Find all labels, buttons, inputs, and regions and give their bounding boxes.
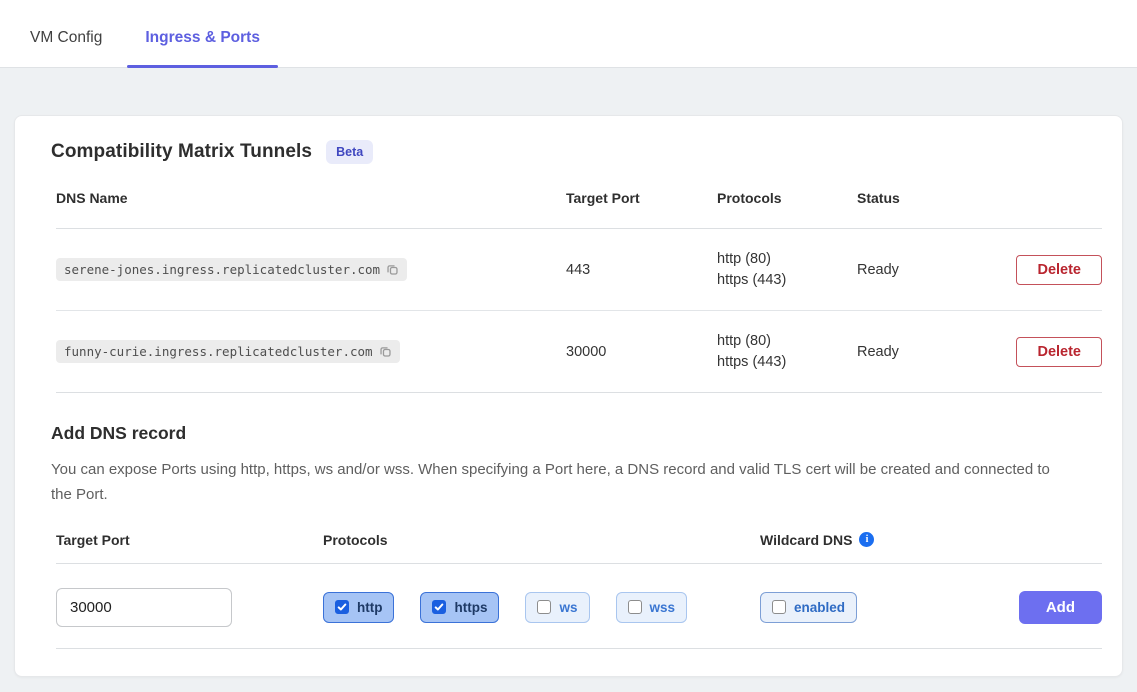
protocols-cell: http (80) https (443) bbox=[717, 331, 857, 373]
chip-label: ws bbox=[559, 600, 577, 615]
checkbox-box bbox=[335, 600, 349, 614]
delete-button[interactable]: Delete bbox=[1016, 337, 1102, 367]
protocol-line: https (443) bbox=[717, 270, 857, 291]
add-button[interactable]: Add bbox=[1019, 591, 1102, 624]
protocol-line: https (443) bbox=[717, 352, 857, 373]
beta-badge: Beta bbox=[326, 140, 373, 164]
bottom-divider bbox=[56, 648, 1102, 649]
card-title-row: Compatibility Matrix Tunnels Beta bbox=[51, 140, 1100, 164]
wss-checkbox[interactable]: wss bbox=[616, 592, 688, 623]
checkbox-box bbox=[772, 600, 786, 614]
target-port-input[interactable] bbox=[56, 588, 232, 627]
chip-label: http bbox=[357, 600, 382, 615]
dns-name-chip[interactable]: funny-curie.ingress.replicatedcluster.co… bbox=[56, 340, 400, 363]
label-target-port: Target Port bbox=[56, 532, 323, 548]
protocol-chip-group: http https ws wss bbox=[323, 592, 760, 623]
copy-icon[interactable] bbox=[386, 263, 399, 276]
status-value: Ready bbox=[857, 262, 997, 278]
table-header-row: DNS Name Target Port Protocols Status bbox=[56, 190, 1102, 229]
add-dns-title: Add DNS record bbox=[51, 423, 1100, 444]
status-value: Ready bbox=[857, 344, 997, 360]
ws-checkbox[interactable]: ws bbox=[525, 592, 589, 623]
delete-button[interactable]: Delete bbox=[1016, 255, 1102, 285]
add-dns-section: Add DNS record You can expose Ports usin… bbox=[37, 423, 1100, 649]
form-divider bbox=[56, 563, 1102, 564]
checkbox-box bbox=[537, 600, 551, 614]
target-port-value: 30000 bbox=[566, 344, 717, 360]
chip-label: https bbox=[454, 600, 487, 615]
chip-label: enabled bbox=[794, 600, 845, 615]
copy-icon[interactable] bbox=[379, 345, 392, 358]
label-wildcard-dns: Wildcard DNS i bbox=[760, 532, 1102, 548]
wildcard-dns-text: Wildcard DNS bbox=[760, 532, 852, 548]
tunnels-card: Compatibility Matrix Tunnels Beta DNS Na… bbox=[14, 115, 1123, 677]
page-body: Compatibility Matrix Tunnels Beta DNS Na… bbox=[0, 68, 1137, 692]
target-port-value: 443 bbox=[566, 262, 717, 278]
tab-vm-config[interactable]: VM Config bbox=[30, 29, 102, 67]
label-protocols: Protocols bbox=[323, 532, 760, 548]
tab-bar: VM Config Ingress & Ports bbox=[0, 0, 1137, 68]
https-checkbox[interactable]: https bbox=[420, 592, 499, 623]
add-dns-description: You can expose Ports using http, https, … bbox=[51, 458, 1061, 508]
header-dns-name: DNS Name bbox=[56, 190, 566, 206]
http-checkbox[interactable]: http bbox=[323, 592, 394, 623]
form-labels-row: Target Port Protocols Wildcard DNS i bbox=[56, 532, 1102, 548]
protocol-line: http (80) bbox=[717, 249, 857, 270]
header-target-port: Target Port bbox=[566, 190, 717, 206]
info-icon[interactable]: i bbox=[859, 532, 874, 547]
header-status: Status bbox=[857, 190, 997, 206]
checkbox-box bbox=[432, 600, 446, 614]
chip-label: wss bbox=[650, 600, 676, 615]
checkbox-box bbox=[628, 600, 642, 614]
table-row: serene-jones.ingress.replicatedcluster.c… bbox=[56, 229, 1102, 311]
wildcard-enabled-checkbox[interactable]: enabled bbox=[760, 592, 857, 623]
add-dns-form-row: http https ws wss bbox=[56, 588, 1102, 627]
protocol-line: http (80) bbox=[717, 331, 857, 352]
dns-name-text: serene-jones.ingress.replicatedcluster.c… bbox=[64, 262, 380, 277]
card-title: Compatibility Matrix Tunnels bbox=[51, 141, 312, 163]
header-protocols: Protocols bbox=[717, 190, 857, 206]
protocols-cell: http (80) https (443) bbox=[717, 249, 857, 291]
tunnels-table: DNS Name Target Port Protocols Status se… bbox=[56, 190, 1102, 393]
dns-name-chip[interactable]: serene-jones.ingress.replicatedcluster.c… bbox=[56, 258, 407, 281]
dns-name-text: funny-curie.ingress.replicatedcluster.co… bbox=[64, 344, 373, 359]
tab-ingress-ports[interactable]: Ingress & Ports bbox=[127, 29, 278, 67]
table-row: funny-curie.ingress.replicatedcluster.co… bbox=[56, 311, 1102, 393]
